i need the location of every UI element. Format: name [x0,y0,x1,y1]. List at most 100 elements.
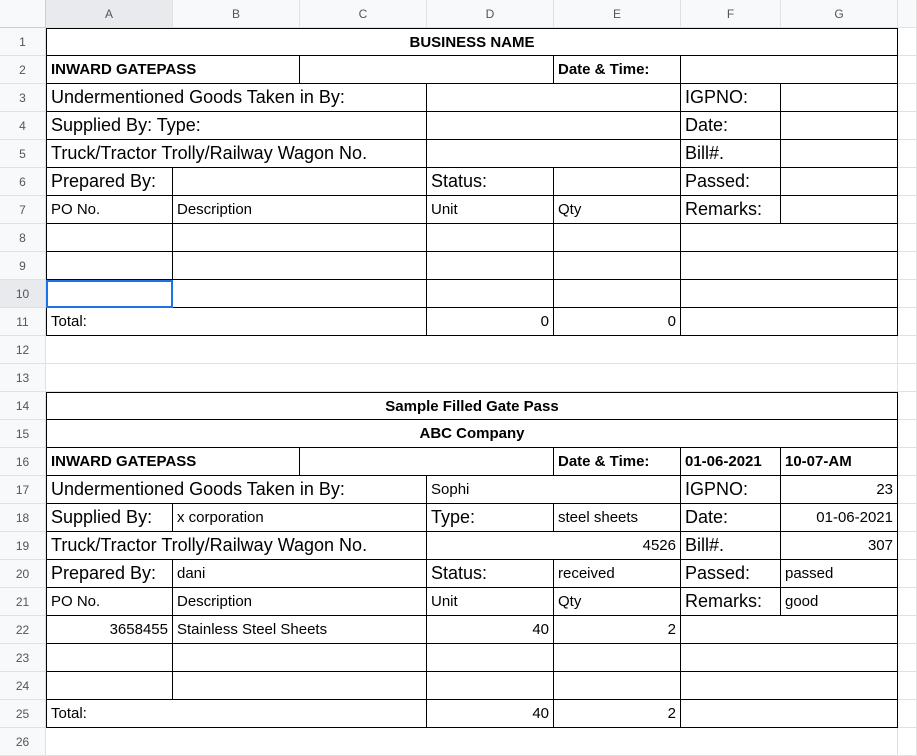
cell-edge[interactable] [898,448,917,476]
cell-D22[interactable]: 40 [427,616,554,644]
cell-D11[interactable]: 0 [427,308,554,336]
row-header-10[interactable]: 10 [0,280,46,308]
row-header-11[interactable]: 11 [0,308,46,336]
cell-D8[interactable] [427,224,554,252]
cell-D25[interactable]: 40 [427,700,554,728]
cell-G6[interactable] [781,168,898,196]
cell-E25[interactable]: 2 [554,700,681,728]
cell-E10[interactable] [554,280,681,308]
row-header-23[interactable]: 23 [0,644,46,672]
cell-A13[interactable] [46,364,898,392]
cell-A22[interactable]: 3658455 [46,616,173,644]
cell-A1[interactable]: BUSINESS NAME [46,28,898,56]
cell-A3[interactable]: Undermentioned Goods Taken in By: [46,84,427,112]
col-header-A[interactable]: A [46,0,173,28]
cell-F2[interactable] [681,56,898,84]
cell-A6[interactable]: Prepared By: [46,168,173,196]
cell-B21[interactable]: Description [173,588,427,616]
col-header-E[interactable]: E [554,0,681,28]
cell-D4[interactable] [427,112,681,140]
row-header-6[interactable]: 6 [0,168,46,196]
cell-B22[interactable]: Stainless Steel Sheets [173,616,427,644]
row-header-22[interactable]: 22 [0,616,46,644]
cell-F6[interactable]: Passed: [681,168,781,196]
cell-D5[interactable] [427,140,681,168]
cell-B24[interactable] [173,672,427,700]
cell-A21[interactable]: PO No. [46,588,173,616]
cell-edge[interactable] [898,28,917,56]
cell-edge[interactable] [898,420,917,448]
cell-F22[interactable] [681,616,898,644]
cell-C16[interactable] [300,448,554,476]
row-header-20[interactable]: 20 [0,560,46,588]
cell-A20[interactable]: Prepared By: [46,560,173,588]
cell-A17[interactable]: Undermentioned Goods Taken in By: [46,476,427,504]
row-header-14[interactable]: 14 [0,392,46,420]
cell-A15[interactable]: ABC Company [46,420,898,448]
cell-F7[interactable]: Remarks: [681,196,781,224]
cell-edge[interactable] [898,252,917,280]
cell-edge[interactable] [898,616,917,644]
row-header-26[interactable]: 26 [0,728,46,756]
row-header-18[interactable]: 18 [0,504,46,532]
cell-A4[interactable]: Supplied By: Type: [46,112,427,140]
cell-D20[interactable]: Status: [427,560,554,588]
cell-A9[interactable] [46,252,173,280]
cell-E21[interactable]: Qty [554,588,681,616]
row-header-15[interactable]: 15 [0,420,46,448]
row-header-1[interactable]: 1 [0,28,46,56]
cell-G5[interactable] [781,140,898,168]
cell-edge[interactable] [898,476,917,504]
cell-E11[interactable]: 0 [554,308,681,336]
cell-A2[interactable]: INWARD GATEPASS [46,56,300,84]
cell-D18[interactable]: Type: [427,504,554,532]
cell-A5[interactable]: Truck/Tractor Trolly/Railway Wagon No. [46,140,427,168]
row-header-17[interactable]: 17 [0,476,46,504]
row-header-12[interactable]: 12 [0,336,46,364]
cell-F10[interactable] [681,280,898,308]
cell-edge[interactable] [898,392,917,420]
cell-F8[interactable] [681,224,898,252]
cell-D9[interactable] [427,252,554,280]
row-header-5[interactable]: 5 [0,140,46,168]
cell-G16[interactable]: 10-07-AM [781,448,898,476]
cell-E22[interactable]: 2 [554,616,681,644]
cell-edge[interactable] [898,336,917,364]
cell-A7[interactable]: PO No. [46,196,173,224]
cell-B8[interactable] [173,224,427,252]
cell-B6[interactable] [173,168,427,196]
cell-D3[interactable] [427,84,681,112]
cell-G19[interactable]: 307 [781,532,898,560]
cell-edge[interactable] [898,112,917,140]
cell-D17[interactable]: Sophi [427,476,681,504]
cell-E24[interactable] [554,672,681,700]
col-header-B[interactable]: B [173,0,300,28]
cell-A26[interactable] [46,728,898,756]
cell-B23[interactable] [173,644,427,672]
cell-edge[interactable] [898,364,917,392]
cell-E7[interactable]: Qty [554,196,681,224]
cell-D19[interactable]: 4526 [427,532,681,560]
cell-F20[interactable]: Passed: [681,560,781,588]
cell-A8[interactable] [46,224,173,252]
cell-E6[interactable] [554,168,681,196]
cell-E18[interactable]: steel sheets [554,504,681,532]
row-header-21[interactable]: 21 [0,588,46,616]
corner-select-all[interactable] [0,0,46,28]
col-header-C[interactable]: C [300,0,427,28]
col-header-end[interactable] [898,0,917,28]
cell-F3[interactable]: IGPNO: [681,84,781,112]
cell-F24[interactable] [681,672,898,700]
cell-B7[interactable]: Description [173,196,427,224]
cell-E16[interactable]: Date & Time: [554,448,681,476]
cell-E23[interactable] [554,644,681,672]
cell-D6[interactable]: Status: [427,168,554,196]
cell-F11[interactable] [681,308,898,336]
col-header-D[interactable]: D [427,0,554,28]
cell-E20[interactable]: received [554,560,681,588]
cell-E9[interactable] [554,252,681,280]
cell-D23[interactable] [427,644,554,672]
row-header-8[interactable]: 8 [0,224,46,252]
cell-A14[interactable]: Sample Filled Gate Pass [46,392,898,420]
cell-A12[interactable] [46,336,898,364]
